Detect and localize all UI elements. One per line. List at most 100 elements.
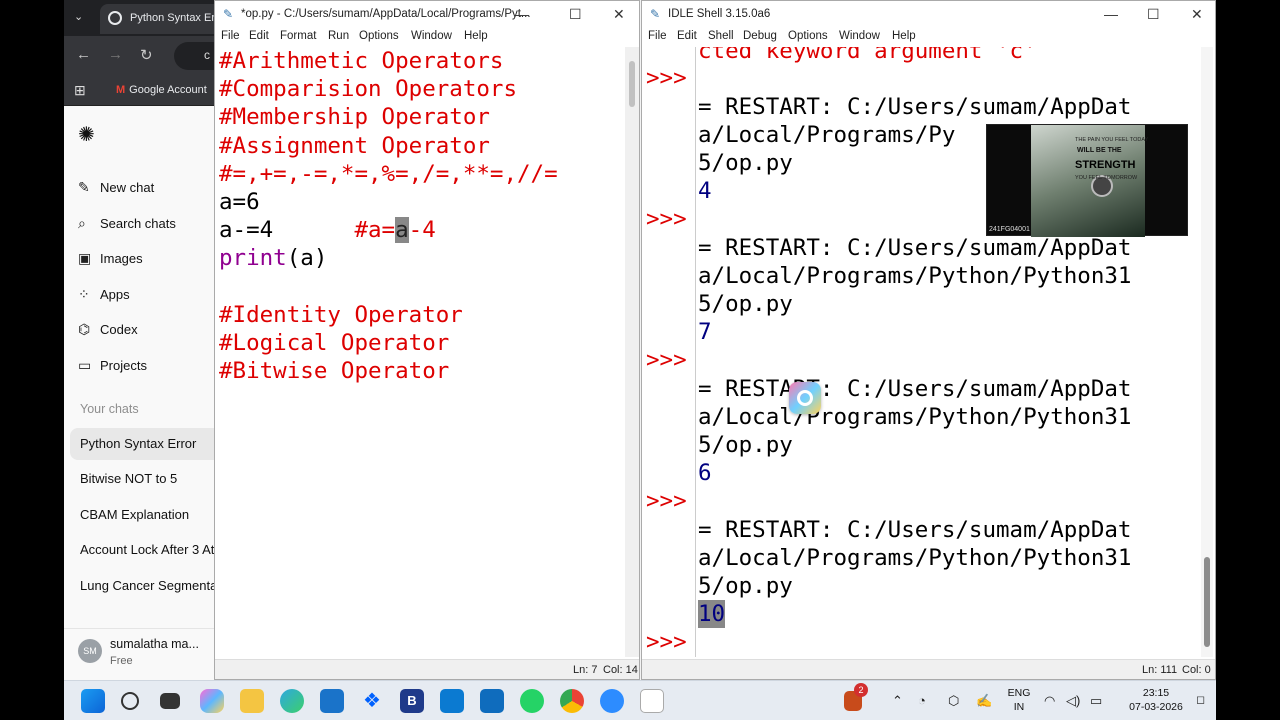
idle-shell-window: ✎ IDLE Shell 3.15.0a6 — ☐ ✕ File Edit Sh… — [641, 0, 1216, 680]
apps-grid-icon[interactable]: ⊞ — [74, 82, 86, 99]
menu-edit[interactable]: Edit — [677, 30, 697, 42]
editor-scroll-thumb[interactable] — [629, 61, 635, 107]
minimize-icon[interactable]: — — [515, 6, 529, 22]
output-value: 4 — [698, 178, 712, 204]
editor-statusbar: Ln: 7 Col: 14 — [215, 659, 639, 679]
task-view-icon[interactable] — [160, 693, 180, 709]
code-line-12: #Bitwise Operator — [219, 358, 450, 385]
editor-scrollbar[interactable] — [625, 47, 639, 657]
menu-help[interactable]: Help — [892, 30, 916, 42]
shell-scroll-thumb[interactable] — [1204, 557, 1210, 647]
bookmark-google-account[interactable]: M Google Account — [116, 84, 207, 96]
tab-search-chevron-icon[interactable]: ⌄ — [74, 10, 83, 23]
nav-label: Images — [100, 251, 143, 266]
chatgpt-logo-icon[interactable]: ✺ — [78, 122, 100, 146]
tab-strip: ⌄ Python Syntax Error — [64, 0, 214, 36]
menu-file[interactable]: File — [221, 30, 240, 42]
code-editor[interactable]: #Arithmetic Operators #Comparision Operat… — [219, 47, 625, 657]
menu-help[interactable]: Help — [464, 30, 488, 42]
search-icon[interactable] — [121, 692, 139, 710]
code-line-4: #Assignment Operator — [219, 132, 490, 159]
wifi-icon[interactable]: ◠ — [1044, 693, 1055, 709]
maximize-icon[interactable]: ☐ — [569, 6, 582, 23]
idle-python-icon[interactable] — [640, 689, 664, 713]
start-windows-icon[interactable] — [81, 689, 105, 713]
maximize-icon[interactable]: ☐ — [1147, 6, 1160, 23]
forward-arrow-icon[interactable]: → — [108, 46, 123, 63]
chat-item[interactable]: Bitwise NOT to 5 — [70, 463, 214, 495]
output-value-selected: 10 — [698, 600, 726, 629]
code-line-2: #Comparision Operators — [219, 76, 518, 103]
shell-prompt: >>> — [646, 206, 687, 232]
profile-menu[interactable]: SM sumalatha ma... Free — [64, 628, 214, 680]
shell-scrollbar[interactable] — [1201, 47, 1213, 657]
nav-apps[interactable]: ⁘ Apps — [78, 281, 214, 307]
chrome-icon[interactable] — [560, 689, 584, 713]
dropbox-icon[interactable]: ❖ — [360, 689, 384, 713]
menu-options[interactable]: Options — [359, 30, 399, 42]
whatsapp-icon[interactable] — [520, 689, 544, 713]
editor-titlebar: ✎ *op.py - C:/Users/sumam/AppData/Local/… — [215, 1, 639, 29]
close-icon[interactable]: ✕ — [613, 6, 625, 23]
zoom-icon[interactable] — [600, 689, 624, 713]
nav-label: Search chats — [100, 216, 176, 231]
nav-label: Codex — [100, 322, 138, 337]
back-arrow-icon[interactable]: ← — [76, 46, 91, 63]
restart-path: a/Local/Programs/Python/Python31 — [698, 404, 1132, 430]
menu-window[interactable]: Window — [411, 30, 452, 42]
nav-new-chat[interactable]: ✎ New chat — [78, 174, 214, 200]
volume-icon[interactable]: ◁) — [1066, 693, 1080, 709]
folder-icon: ▭ — [78, 357, 92, 373]
menu-format[interactable]: Format — [280, 30, 316, 42]
nav-search-chats[interactable]: ⌕ Search chats — [78, 210, 214, 236]
floating-assistant-icon[interactable] — [789, 382, 821, 414]
reload-icon[interactable]: ↻ — [140, 46, 153, 64]
restart-line: = RESTART: C:/Users/sumam/AppDat — [698, 235, 1132, 261]
menu-run[interactable]: Run — [328, 30, 349, 42]
print-args: (a) — [286, 245, 328, 272]
menu-options[interactable]: Options — [788, 30, 828, 42]
idle-feather-icon: ✎ — [223, 7, 234, 21]
chat-item[interactable]: Python Syntax Error — [70, 428, 214, 460]
nav-projects[interactable]: ▭ Projects — [78, 352, 214, 378]
profile-plan: Free — [110, 655, 133, 667]
menu-window[interactable]: Window — [839, 30, 880, 42]
minimize-icon[interactable]: — — [1104, 6, 1118, 22]
menu-shell[interactable]: Shell — [708, 30, 734, 42]
store-icon[interactable] — [320, 689, 344, 713]
editor-menubar: File Edit Format Run Options Window Help — [215, 29, 639, 47]
battery-icon[interactable]: ▭ — [1090, 693, 1102, 709]
app-b-icon[interactable]: B — [400, 689, 424, 713]
code-line-5: #=,+=,-=,*=,%=,/=,**=,//= — [219, 160, 558, 187]
nav-images[interactable]: ▣ Images — [78, 245, 214, 271]
pen-icon[interactable]: ✍ — [976, 693, 992, 709]
menu-debug[interactable]: Debug — [743, 30, 777, 42]
shell-prompt: >>> — [646, 629, 687, 655]
notification-bell-icon[interactable]: ◻ — [1196, 693, 1205, 706]
chat-item[interactable]: Lung Cancer Segmentation — [70, 570, 214, 602]
file-explorer-icon[interactable] — [240, 689, 264, 713]
copilot-icon[interactable] — [200, 689, 224, 713]
code-line-1: #Arithmetic Operators — [219, 48, 504, 74]
clock-time[interactable]: 23:15 — [1126, 687, 1186, 699]
menu-edit[interactable]: Edit — [249, 30, 269, 42]
chevron-up-icon[interactable]: ⌃ — [892, 693, 903, 709]
outlook-icon[interactable] — [480, 689, 504, 713]
shell-prompt: >>> — [646, 65, 687, 91]
close-icon[interactable]: ✕ — [1191, 6, 1203, 23]
language-code[interactable]: ENG — [1002, 687, 1036, 699]
chat-item[interactable]: CBAM Explanation — [70, 499, 214, 531]
assistant-ring-icon — [797, 390, 813, 406]
chat-item[interactable]: Account Lock After 3 Attempts — [70, 534, 214, 566]
browser-tab[interactable]: Python Syntax Error — [100, 4, 214, 34]
editor-col-number: Col: 14 — [603, 664, 638, 676]
code-line-10: #Identity Operator — [219, 301, 463, 328]
menu-file[interactable]: File — [648, 30, 667, 42]
language-region: IN — [1013, 701, 1025, 713]
shell-prompt-column: >>> >>> >>> >>> >>> — [642, 47, 696, 657]
nav-codex[interactable]: ⌬ Codex — [78, 316, 214, 342]
edge-browser-icon[interactable] — [280, 689, 304, 713]
meet-icon[interactable]: ◔ — [918, 693, 926, 708]
app-pre-icon[interactable] — [440, 689, 464, 713]
network-cube-icon[interactable]: ⬡ — [948, 693, 959, 709]
